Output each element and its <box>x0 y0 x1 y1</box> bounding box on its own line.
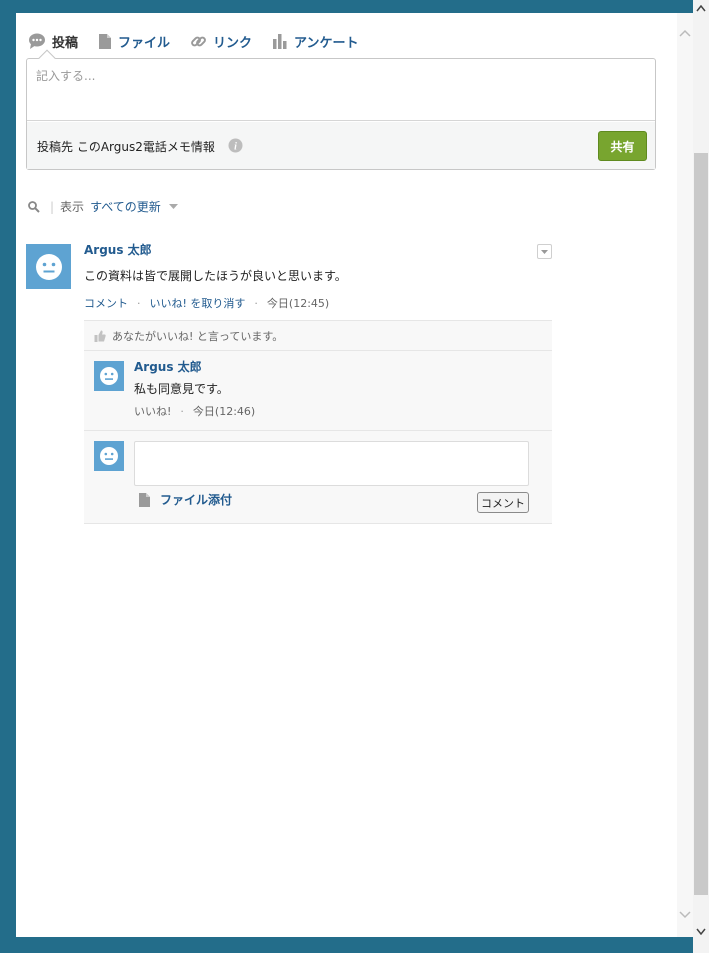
window-scroll-down-icon[interactable] <box>693 923 709 939</box>
share-button[interactable]: 共有 <box>598 131 647 161</box>
document-icon <box>139 492 150 507</box>
comment-thread: あなたがいいね! と言っています。 Argus 太郎 私も同意見です。 いいね!… <box>84 320 552 524</box>
document-icon <box>99 33 112 49</box>
window-scroll-up-icon[interactable] <box>693 0 709 16</box>
avatar <box>94 441 124 471</box>
avatar[interactable] <box>26 244 71 289</box>
tab-post[interactable]: 投稿 <box>28 32 78 51</box>
filter-value[interactable]: すべての更新 <box>90 198 161 215</box>
composer-footer: 投稿先 このArgus2電話メモ情報 i 共有 <box>27 122 655 169</box>
divider <box>84 430 552 431</box>
likes-summary: あなたがいいね! と言っています。 <box>94 328 283 344</box>
likes-text: あなたがいいね! と言っています。 <box>112 330 284 343</box>
tab-file[interactable]: ファイル <box>98 32 170 51</box>
comment-actions: いいね! · 今日(12:46) <box>134 403 255 419</box>
link-icon <box>191 36 206 46</box>
dot-separator: · <box>137 297 141 310</box>
inner-scroll-down-icon[interactable] <box>677 907 693 923</box>
window-scrollbar-thumb[interactable] <box>694 153 708 895</box>
comment-link[interactable]: コメント <box>84 297 128 310</box>
dot-separator: · <box>180 405 184 418</box>
unlike-link[interactable]: いいね! を取り消す <box>150 297 246 310</box>
info-icon[interactable]: i <box>228 138 243 153</box>
chevron-down-icon <box>541 249 548 254</box>
post-timestamp[interactable]: 今日(12:45) <box>267 297 329 310</box>
post-author[interactable]: Argus 太郎 <box>84 241 152 258</box>
search-icon[interactable] <box>28 200 40 213</box>
comment-button[interactable]: コメント <box>477 492 529 513</box>
post-input[interactable]: 記入する... <box>27 59 655 121</box>
post-menu-button[interactable] <box>537 244 552 259</box>
inner-scroll-up-icon[interactable] <box>677 25 693 41</box>
filter-separator: | <box>50 199 55 214</box>
chat-bubble-icon <box>29 33 45 49</box>
post-text: この資料は皆で展開したほうが良いと思います。 <box>84 269 347 283</box>
tab-poll[interactable]: アンケート <box>272 32 359 51</box>
post-actions: コメント · いいね! を取り消す · 今日(12:45) <box>84 295 329 311</box>
comment-text: 私も同意見です。 <box>134 382 229 396</box>
comment-input[interactable] <box>134 441 529 486</box>
user-face-icon <box>100 367 118 385</box>
thumbs-up-icon <box>94 330 106 342</box>
svg-text:i: i <box>234 142 237 153</box>
user-face-icon <box>35 253 62 280</box>
tab-link[interactable]: リンク <box>190 32 252 51</box>
comment-like-link[interactable]: いいね! <box>134 405 171 418</box>
avatar[interactable] <box>94 361 124 391</box>
attach-file-link[interactable]: ファイル添付 <box>138 491 232 508</box>
post-target-label: 投稿先 このArgus2電話メモ情報 <box>37 140 215 154</box>
publisher-tabs: 投稿 ファイル リンク アンケート <box>28 30 379 52</box>
attach-file-label: ファイル添付 <box>160 493 233 507</box>
dot-separator: · <box>254 297 258 310</box>
comment-author[interactable]: Argus 太郎 <box>134 358 202 375</box>
feed-filter: | 表示 すべての更新 <box>28 198 178 215</box>
filter-label: 表示 <box>60 200 85 214</box>
inner-scrollbar[interactable] <box>677 13 693 937</box>
comment-timestamp[interactable]: 今日(12:46) <box>193 405 255 418</box>
post-composer: 記入する... 投稿先 このArgus2電話メモ情報 i 共有 <box>26 49 656 170</box>
divider <box>84 350 552 351</box>
chevron-down-icon[interactable] <box>168 204 178 209</box>
bar-chart-icon <box>273 34 287 49</box>
user-face-icon <box>100 447 118 465</box>
